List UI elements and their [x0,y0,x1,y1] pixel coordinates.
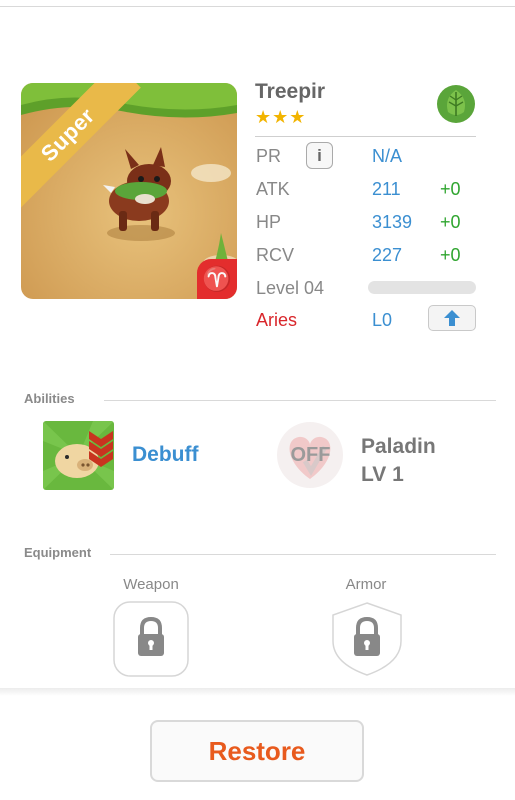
weapon-slot[interactable] [113,601,189,677]
hp-value: 3139 [372,212,413,232]
equipment-divider [110,554,496,555]
xp-progress-bar [368,281,476,294]
atk-value: 211 [372,179,401,199]
sign-level-value: L0 [372,310,393,330]
class-level: LV 1 [361,463,404,486]
up-arrow-icon [444,310,460,326]
bottom-bar-divider [0,688,515,696]
equipment-section-title: Equipment [24,545,92,560]
ability-name-debuff[interactable]: Debuff [132,443,199,467]
rcv-bonus: +0 [440,245,461,265]
atk-bonus: +0 [440,179,461,199]
armor-slot-label: Armor [345,576,387,593]
pig-debuff-icon[interactable] [43,421,114,490]
armor-slot[interactable] [329,601,405,677]
level-label: Level 04 [256,278,325,298]
restore-button[interactable]: Restore [150,720,364,782]
class-name: Paladin LV 1 [361,433,436,489]
leaf-icon [437,85,475,123]
aries-sign-icon: ♈ [197,259,237,299]
weapon-slot-label: Weapon [123,576,179,593]
abilities-divider [104,400,496,401]
monster-portrait[interactable]: Super ♈ [21,83,237,299]
abilities-section-title: Abilities [24,391,75,406]
hp-bonus: +0 [440,212,461,232]
monster-name: Treepir [255,80,326,103]
rarity-stars: ★★★ [255,107,307,127]
sign-label: Aries [256,310,298,330]
info-button[interactable]: i [306,142,333,169]
rcv-value: 227 [372,245,403,265]
class-name-line1: Paladin [361,435,436,458]
class-state-off: OFF [290,444,331,466]
top-divider [0,6,515,7]
sign-upgrade-button[interactable] [428,305,476,331]
rcv-label: RCV [256,245,295,265]
pr-label: PR [256,146,282,166]
name-divider [255,136,476,137]
pr-value: N/A [372,146,403,166]
hp-label: HP [256,212,282,232]
atk-label: ATK [256,179,290,199]
